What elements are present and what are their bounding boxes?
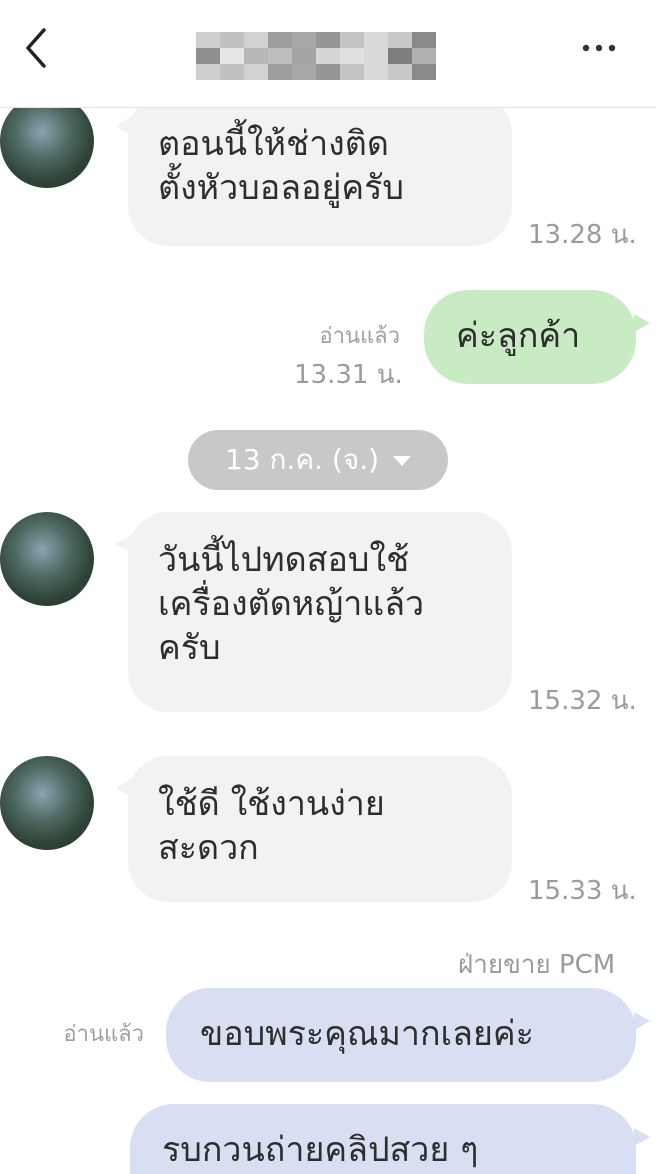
blur-pixel xyxy=(268,64,292,80)
message-text: ใช้ดี ใช้งานง่าย สะดวก xyxy=(158,784,385,868)
blur-pixel xyxy=(196,64,220,80)
blur-pixel xyxy=(364,64,388,80)
blur-pixel xyxy=(412,48,436,64)
message-bubble[interactable]: ตอนนี้ให้ช่างติด ตั้งหัวบอลอยู่ครับ xyxy=(116,108,512,246)
chevron-left-icon xyxy=(26,28,46,68)
caret-down-icon xyxy=(393,456,412,466)
blur-pixel xyxy=(412,32,436,48)
message-text: ตอนนี้ให้ช่างติด ตั้งหัวบอลอยู่ครับ xyxy=(158,124,404,208)
more-button[interactable] xyxy=(576,28,622,68)
message-time: 13.31 น. xyxy=(294,360,403,390)
blur-pixel xyxy=(388,48,412,64)
avatar[interactable] xyxy=(0,756,94,850)
blur-pixel xyxy=(220,48,244,64)
chat-thread[interactable]: ตอนนี้ให้ช่างติด ตั้งหัวบอลอยู่ครับ 13.2… xyxy=(0,108,656,1174)
message-time: 13.28 น. xyxy=(528,220,637,250)
sender-name: ฝ่ายขาย PCM xyxy=(458,950,616,980)
date-divider[interactable]: 13 ก.ค. (จ.) xyxy=(188,430,448,490)
blur-pixel xyxy=(412,64,436,80)
message-text: ค่ะลูกค้า xyxy=(456,316,581,356)
blur-pixel xyxy=(340,64,364,80)
message-bubble[interactable]: วันนี้ไปทดสอบใช้ เครื่องตัดหญ้าแล้ว ครับ xyxy=(116,512,512,712)
read-receipt: อ่านแล้ว xyxy=(63,1022,144,1047)
blur-pixel xyxy=(316,32,340,48)
blur-pixel xyxy=(220,64,244,80)
blur-pixel xyxy=(268,48,292,64)
blur-pixel xyxy=(244,32,268,48)
blur-pixel xyxy=(292,48,316,64)
blur-pixel xyxy=(220,32,244,48)
message-bubble[interactable]: ขอบพระคุณมากเลยค่ะ xyxy=(166,988,650,1082)
message-text: วันนี้ไปทดสอบใช้ เครื่องตัดหญ้าแล้ว ครับ xyxy=(158,540,425,668)
message-bubble[interactable]: รบกวนถ่ายคลิปสวย ๆ xyxy=(130,1104,650,1174)
avatar[interactable] xyxy=(0,108,94,188)
date-divider-label: 13 ก.ค. (จ.) xyxy=(224,443,380,476)
message-bubble[interactable]: ใช้ดี ใช้งานง่าย สะดวก xyxy=(116,756,512,902)
chat-title-blurred xyxy=(196,32,436,80)
blur-pixel xyxy=(316,48,340,64)
blur-pixel xyxy=(196,32,220,48)
blur-pixel xyxy=(388,32,412,48)
chat-header xyxy=(0,0,656,108)
blur-pixel xyxy=(292,32,316,48)
blur-pixel xyxy=(316,64,340,80)
more-horizontal-icon xyxy=(582,44,616,52)
read-receipt: อ่านแล้ว xyxy=(319,324,400,349)
blur-pixel xyxy=(388,64,412,80)
back-button[interactable] xyxy=(18,24,58,72)
message-text: รบกวนถ่ายคลิปสวย ๆ xyxy=(162,1130,479,1170)
avatar[interactable] xyxy=(0,512,94,606)
blur-pixel xyxy=(268,32,292,48)
message-time: 15.33 น. xyxy=(528,876,637,906)
blur-pixel xyxy=(244,48,268,64)
blur-pixel xyxy=(292,64,316,80)
blur-pixel xyxy=(364,32,388,48)
message-time: 15.32 น. xyxy=(528,686,637,716)
blur-pixel xyxy=(244,64,268,80)
blur-pixel xyxy=(340,32,364,48)
blur-pixel xyxy=(196,48,220,64)
message-bubble[interactable]: ค่ะลูกค้า xyxy=(424,290,650,384)
blur-pixel xyxy=(364,48,388,64)
blur-pixel xyxy=(340,48,364,64)
message-text: ขอบพระคุณมากเลยค่ะ xyxy=(200,1014,534,1054)
